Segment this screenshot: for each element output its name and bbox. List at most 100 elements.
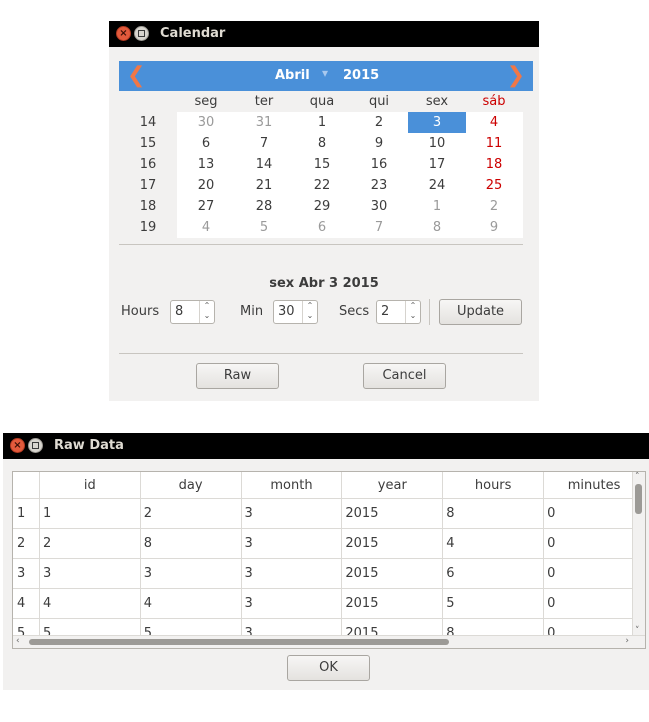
stepper-arrows-icon[interactable]: ⌃ ⌄ [199, 301, 214, 323]
table-cell[interactable]: 5 [442, 588, 545, 619]
calendar-day[interactable]: 24 [408, 175, 466, 196]
table-cell[interactable]: 8 [442, 498, 545, 529]
min-value[interactable]: 30 [278, 304, 295, 319]
month-dropdown-icon[interactable]: ▾ [322, 66, 328, 80]
horizontal-scroll-thumb[interactable] [29, 639, 449, 645]
stepper-arrows-icon[interactable]: ⌃ ⌄ [302, 301, 317, 323]
calendar-day[interactable]: 9 [350, 133, 408, 154]
maximize-icon[interactable] [28, 438, 43, 453]
calendar-day[interactable]: 21 [235, 175, 293, 196]
calendar-day[interactable]: 30 [350, 196, 408, 217]
calendar-day[interactable]: 2 [350, 112, 408, 133]
table-cell[interactable]: 0 [543, 528, 645, 559]
table-cell[interactable]: 4 [140, 588, 242, 619]
calendar-day[interactable]: 16 [350, 154, 408, 175]
vertical-scroll-thumb[interactable] [635, 484, 642, 514]
column-header[interactable]: day [140, 472, 242, 499]
calendar-day[interactable]: 4 [465, 112, 523, 133]
table-cell[interactable]: 3 [241, 558, 343, 589]
calendar-day[interactable]: 1 [408, 196, 466, 217]
prev-month-icon[interactable]: ❮ [127, 63, 145, 88]
calendar-day[interactable]: 10 [408, 133, 466, 154]
calendar-day[interactable]: 20 [177, 175, 235, 196]
calendar-day[interactable]: 2 [465, 196, 523, 217]
table-cell[interactable]: 0 [543, 558, 645, 589]
table-cell[interactable]: 2015 [341, 588, 444, 619]
calendar-day[interactable]: 5 [235, 217, 293, 238]
calendar-day[interactable]: 22 [293, 175, 351, 196]
table-cell[interactable]: 3 [241, 498, 343, 529]
calendar-day[interactable]: 9 [465, 217, 523, 238]
table-cell[interactable]: 3 [140, 558, 242, 589]
table-row[interactable]: 2 2 8 3 2015 4 0 [13, 528, 645, 559]
calendar-day[interactable]: 25 [465, 175, 523, 196]
year-label[interactable]: 2015 [343, 68, 379, 83]
hours-stepper[interactable]: 8 ⌃ ⌄ [170, 300, 215, 324]
table-row[interactable]: 4 4 4 3 2015 5 0 [13, 588, 645, 619]
column-header[interactable]: id [39, 472, 141, 499]
next-month-icon[interactable]: ❯ [507, 63, 525, 88]
table-cell[interactable]: 8 [140, 528, 242, 559]
scroll-left-icon[interactable]: ‹ [16, 636, 20, 646]
calendar-day[interactable]: 14 [235, 154, 293, 175]
calendar-day[interactable]: 13 [177, 154, 235, 175]
calendar-day[interactable]: 8 [408, 217, 466, 238]
calendar-day[interactable]: 7 [350, 217, 408, 238]
scroll-up-icon[interactable]: ˄ [635, 472, 640, 482]
calendar-day[interactable]: 30 [177, 112, 235, 133]
min-stepper[interactable]: 30 ⌃ ⌄ [273, 300, 318, 324]
calendar-day[interactable]: 18 [465, 154, 523, 175]
calendar-day[interactable]: 15 [293, 154, 351, 175]
table-cell[interactable]: 2015 [341, 558, 444, 589]
calendar-day[interactable]: 27 [177, 196, 235, 217]
scroll-right-icon[interactable]: › [625, 636, 629, 646]
calendar-day[interactable]: 6 [293, 217, 351, 238]
update-button[interactable]: Update [439, 299, 522, 325]
horizontal-scrollbar[interactable]: ‹ › [13, 635, 645, 648]
calendar-day[interactable]: 29 [293, 196, 351, 217]
table-row[interactable]: 1 1 2 3 2015 8 0 [13, 498, 645, 529]
column-header[interactable]: year [341, 472, 444, 499]
table-cell[interactable]: 3 [241, 588, 343, 619]
table-cell[interactable]: 2 [39, 528, 141, 559]
table-cell[interactable]: 3 [241, 528, 343, 559]
calendar-day[interactable]: 8 [293, 133, 351, 154]
table-cell[interactable]: 4 [39, 588, 141, 619]
cancel-button[interactable]: Cancel [363, 363, 446, 389]
column-header[interactable]: minutes [543, 472, 645, 499]
table-cell[interactable]: 1 [39, 498, 141, 529]
close-icon[interactable]: × [10, 438, 25, 453]
table-cell[interactable]: 0 [543, 498, 645, 529]
hours-value[interactable]: 8 [175, 304, 183, 319]
ok-button[interactable]: OK [287, 655, 370, 681]
secs-stepper[interactable]: 2 ⌃ ⌄ [376, 300, 421, 324]
stepper-arrows-icon[interactable]: ⌃ ⌄ [405, 301, 420, 323]
column-header[interactable]: hours [442, 472, 545, 499]
calendar-day[interactable]: 6 [177, 133, 235, 154]
secs-value[interactable]: 2 [381, 304, 389, 319]
table-cell[interactable]: 4 [442, 528, 545, 559]
calendar-day[interactable]: 11 [465, 133, 523, 154]
calendar-day[interactable]: 23 [350, 175, 408, 196]
table-cell[interactable]: 2015 [341, 498, 444, 529]
calendar-day[interactable]: 31 [235, 112, 293, 133]
calendar-day[interactable]: 4 [177, 217, 235, 238]
month-label[interactable]: Abril [275, 68, 310, 83]
calendar-day[interactable]: 17 [408, 154, 466, 175]
close-icon[interactable]: × [116, 26, 131, 41]
table-cell[interactable]: 0 [543, 588, 645, 619]
table-cell[interactable]: 2015 [341, 528, 444, 559]
column-header[interactable]: month [241, 472, 343, 499]
calendar-day[interactable]: 1 [293, 112, 351, 133]
calendar-day[interactable]: 28 [235, 196, 293, 217]
vertical-scrollbar[interactable]: ˄ ˅ [632, 472, 645, 636]
data-table[interactable]: id day month year hours minutes 1 1 2 3 … [12, 471, 646, 649]
table-cell[interactable]: 6 [442, 558, 545, 589]
calendar-day[interactable]: 7 [235, 133, 293, 154]
table-row[interactable]: 3 3 3 3 2015 6 0 [13, 558, 645, 589]
raw-button[interactable]: Raw [196, 363, 279, 389]
calendar-day-selected[interactable]: 3 [408, 112, 466, 133]
maximize-icon[interactable] [134, 26, 149, 41]
table-cell[interactable]: 3 [39, 558, 141, 589]
table-cell[interactable]: 2 [140, 498, 242, 529]
